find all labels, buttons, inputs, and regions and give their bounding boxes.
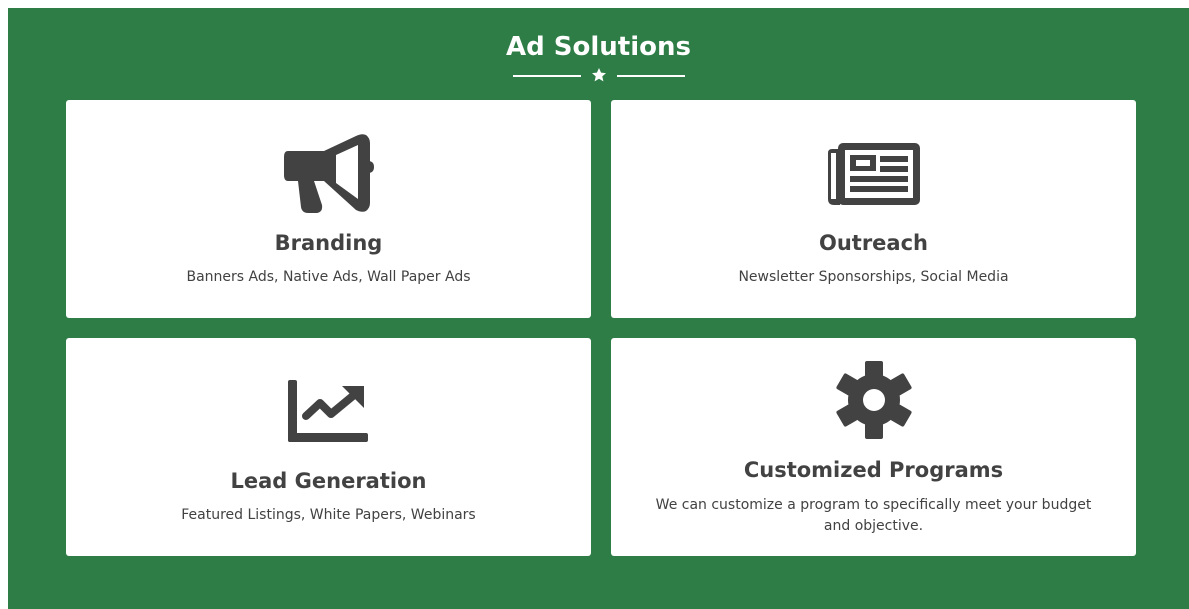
gear-icon — [835, 361, 912, 439]
line-chart-icon — [287, 380, 368, 442]
card-title-outreach: Outreach — [818, 231, 928, 255]
card-title-lead-generation: Lead Generation — [230, 469, 427, 493]
divider-line-right — [616, 75, 685, 78]
card-description-customized-programs: We can customize a program to specifical… — [655, 497, 1092, 534]
card-title-branding: Branding — [274, 231, 383, 255]
section-title: Ad Solutions — [506, 32, 691, 62]
newspaper-icon — [827, 143, 920, 205]
card-description-outreach: Newsletter Sponsorships, Social Media — [738, 269, 1009, 285]
divider-line-left — [512, 75, 581, 78]
solution-card-lead-generation[interactable]: Lead Generation Featured Listings, White… — [66, 338, 591, 556]
solutions-grid: Branding Banners Ads, Native Ads, Wall P… — [66, 100, 1137, 556]
ad-solutions-section: Ad Solutions Branding Banners Ads, Nativ… — [8, 8, 1189, 609]
title-divider — [512, 67, 685, 85]
solution-card-branding[interactable]: Branding Banners Ads, Native Ads, Wall P… — [66, 100, 591, 318]
section-header: Ad Solutions — [8, 32, 1189, 85]
solution-card-customized-programs[interactable]: Customized Programs We can customize a p… — [611, 338, 1136, 556]
card-description-lead-generation: Featured Listings, White Papers, Webinar… — [181, 507, 476, 523]
card-description-branding: Banners Ads, Native Ads, Wall Paper Ads — [186, 269, 471, 285]
megaphone-icon — [283, 134, 374, 213]
solution-card-outreach[interactable]: Outreach Newsletter Sponsorships, Social… — [611, 100, 1136, 318]
card-title-customized-programs: Customized Programs — [743, 458, 1004, 482]
star-icon — [591, 68, 606, 82]
